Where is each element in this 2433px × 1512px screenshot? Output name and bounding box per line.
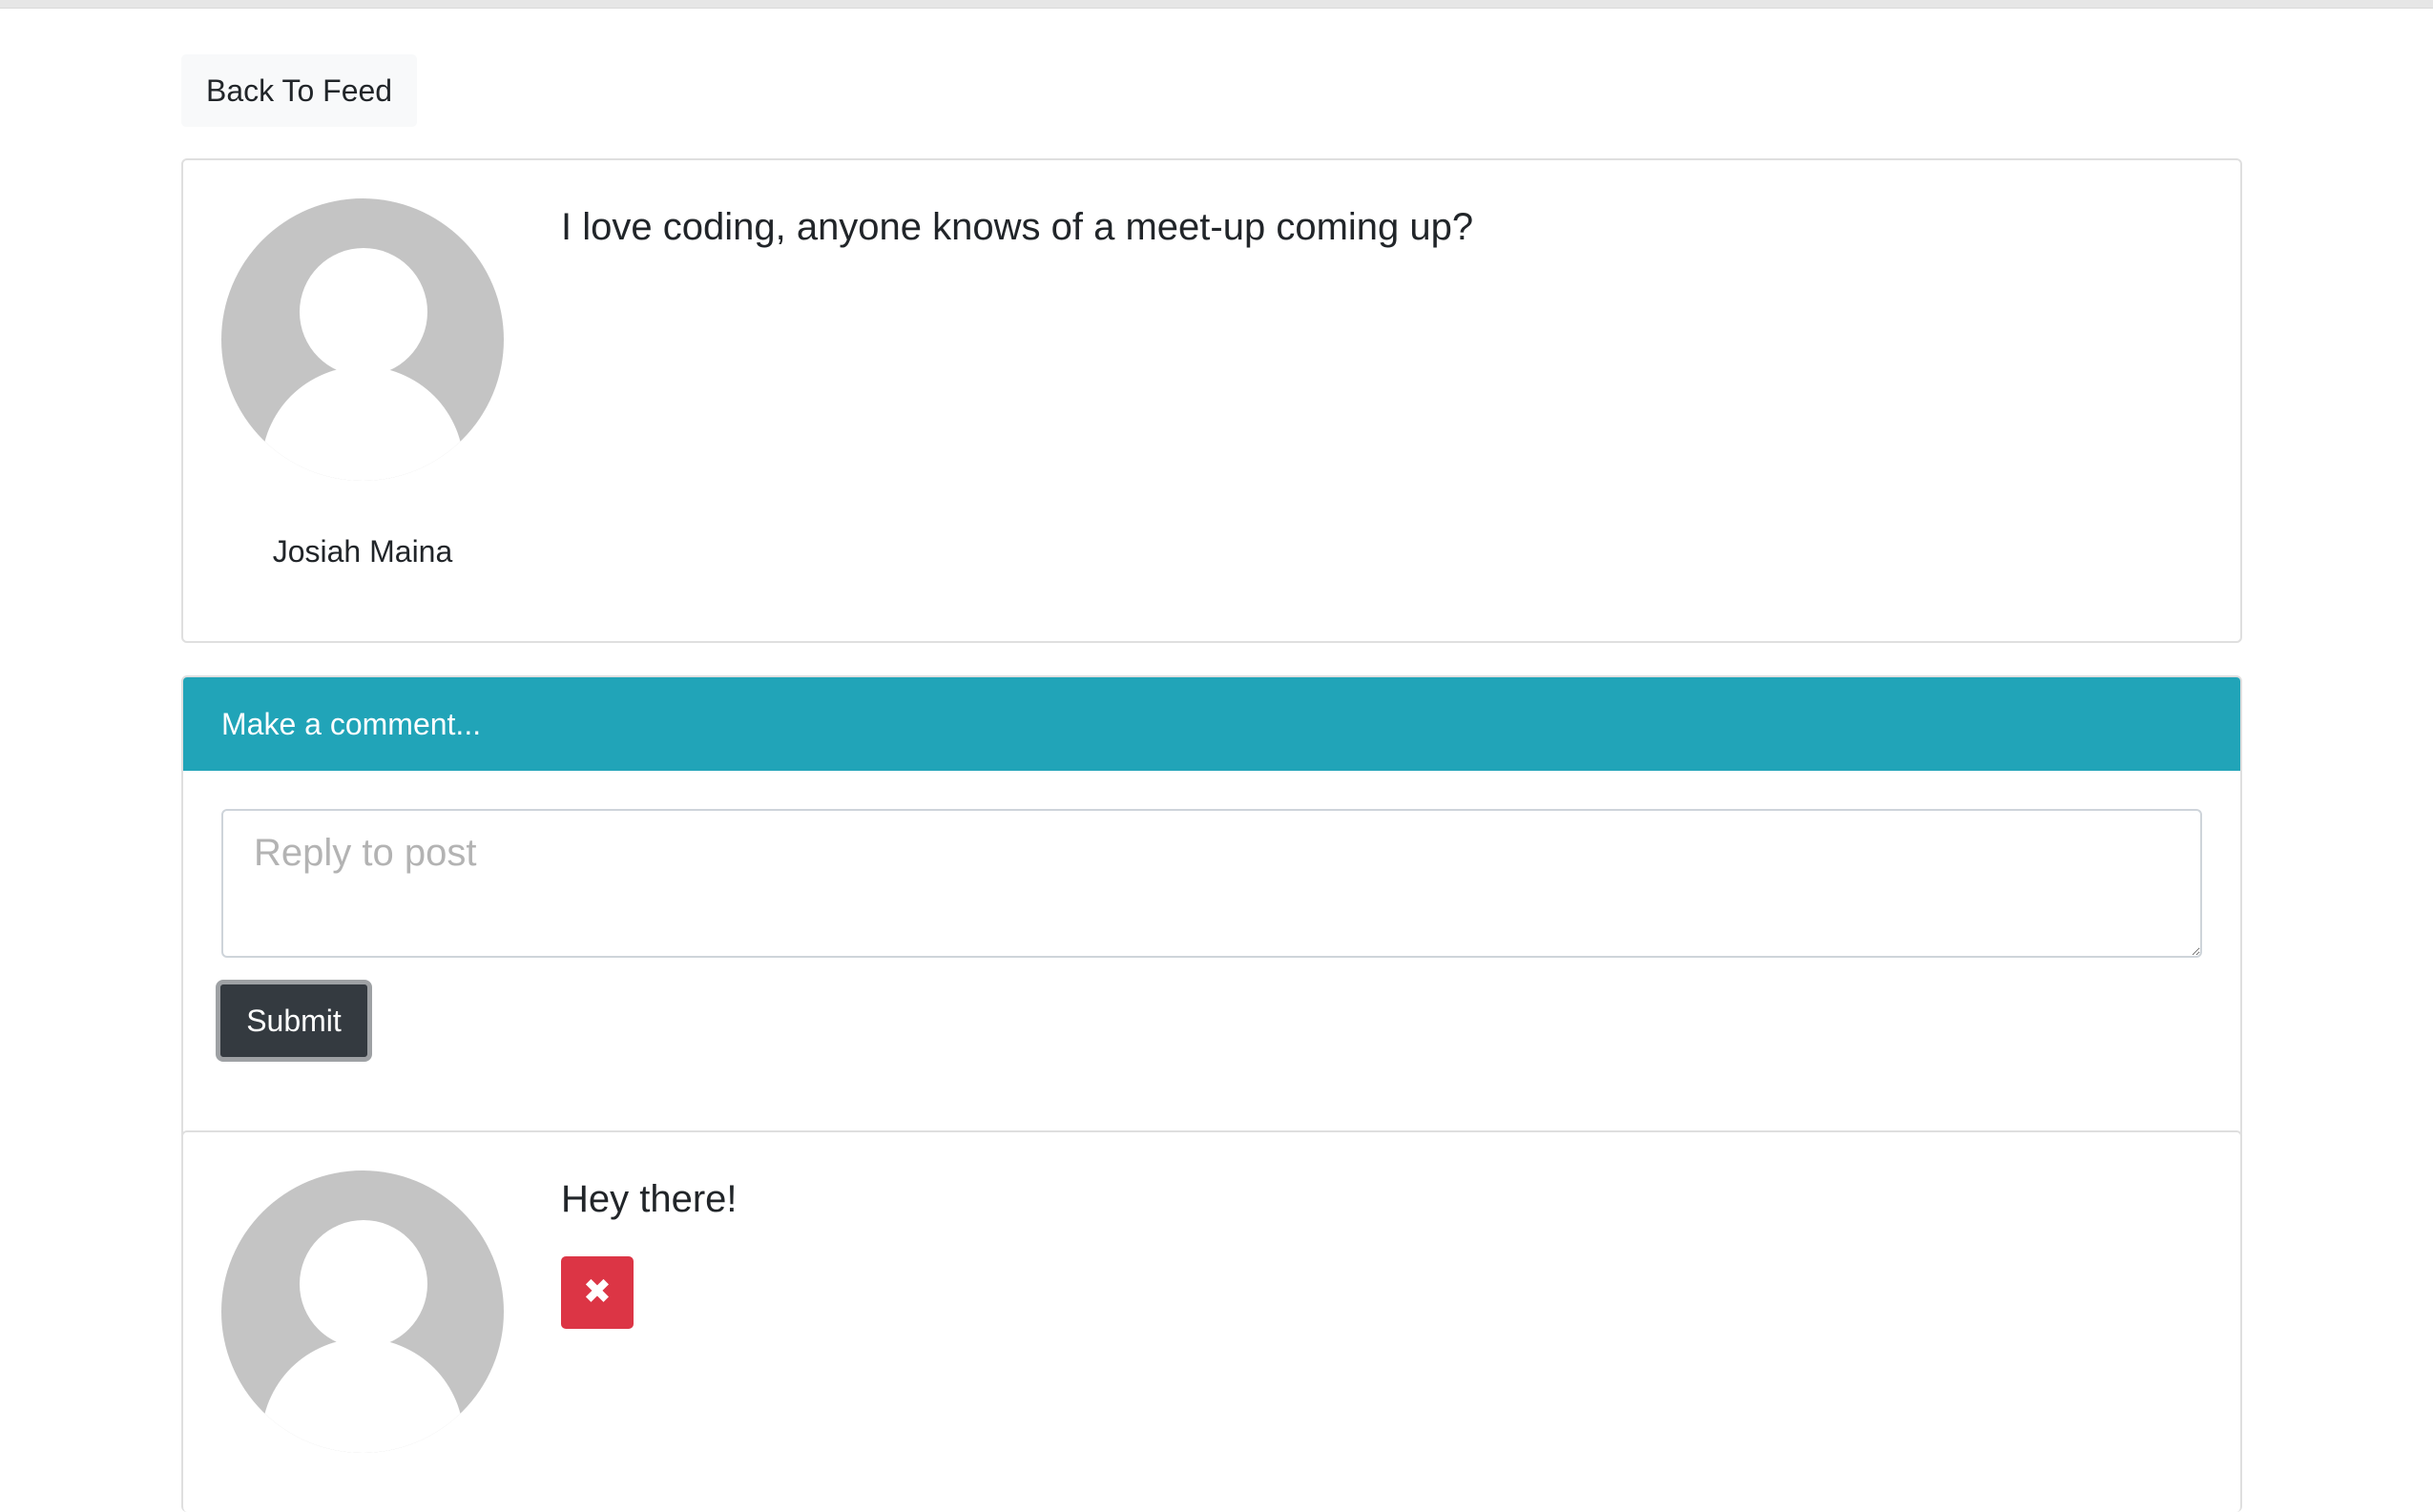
user-avatar-icon: [221, 198, 504, 481]
post-text: I love coding, anyone knows of a meet-up…: [561, 206, 1474, 248]
page-container: Back To Feed Josiah Maina I love coding,…: [181, 54, 2242, 1512]
reply-input[interactable]: [221, 809, 2202, 958]
close-icon: ✖: [582, 1273, 613, 1312]
avatar-body-shape: [261, 1338, 464, 1453]
comment-form-card: Make a comment... Submit: [181, 675, 2242, 1153]
avatar-head-shape: [300, 1220, 427, 1348]
post-author-name: Josiah Maina: [272, 534, 453, 569]
comment-text: Hey there!: [561, 1178, 738, 1220]
avatar-head-shape: [300, 248, 427, 376]
browser-top-strip: [0, 0, 2433, 9]
back-to-feed-button[interactable]: Back To Feed: [181, 54, 418, 127]
delete-comment-button[interactable]: ✖: [561, 1256, 634, 1329]
post-card: Josiah Maina I love coding, anyone knows…: [181, 158, 2242, 643]
commenter-avatar-icon: [221, 1170, 504, 1453]
comment-form-header: Make a comment...: [183, 677, 2240, 771]
submit-button[interactable]: Submit: [216, 980, 372, 1062]
comment-card: Hey there! ✖: [181, 1130, 2242, 1512]
avatar-body-shape: [261, 366, 464, 481]
